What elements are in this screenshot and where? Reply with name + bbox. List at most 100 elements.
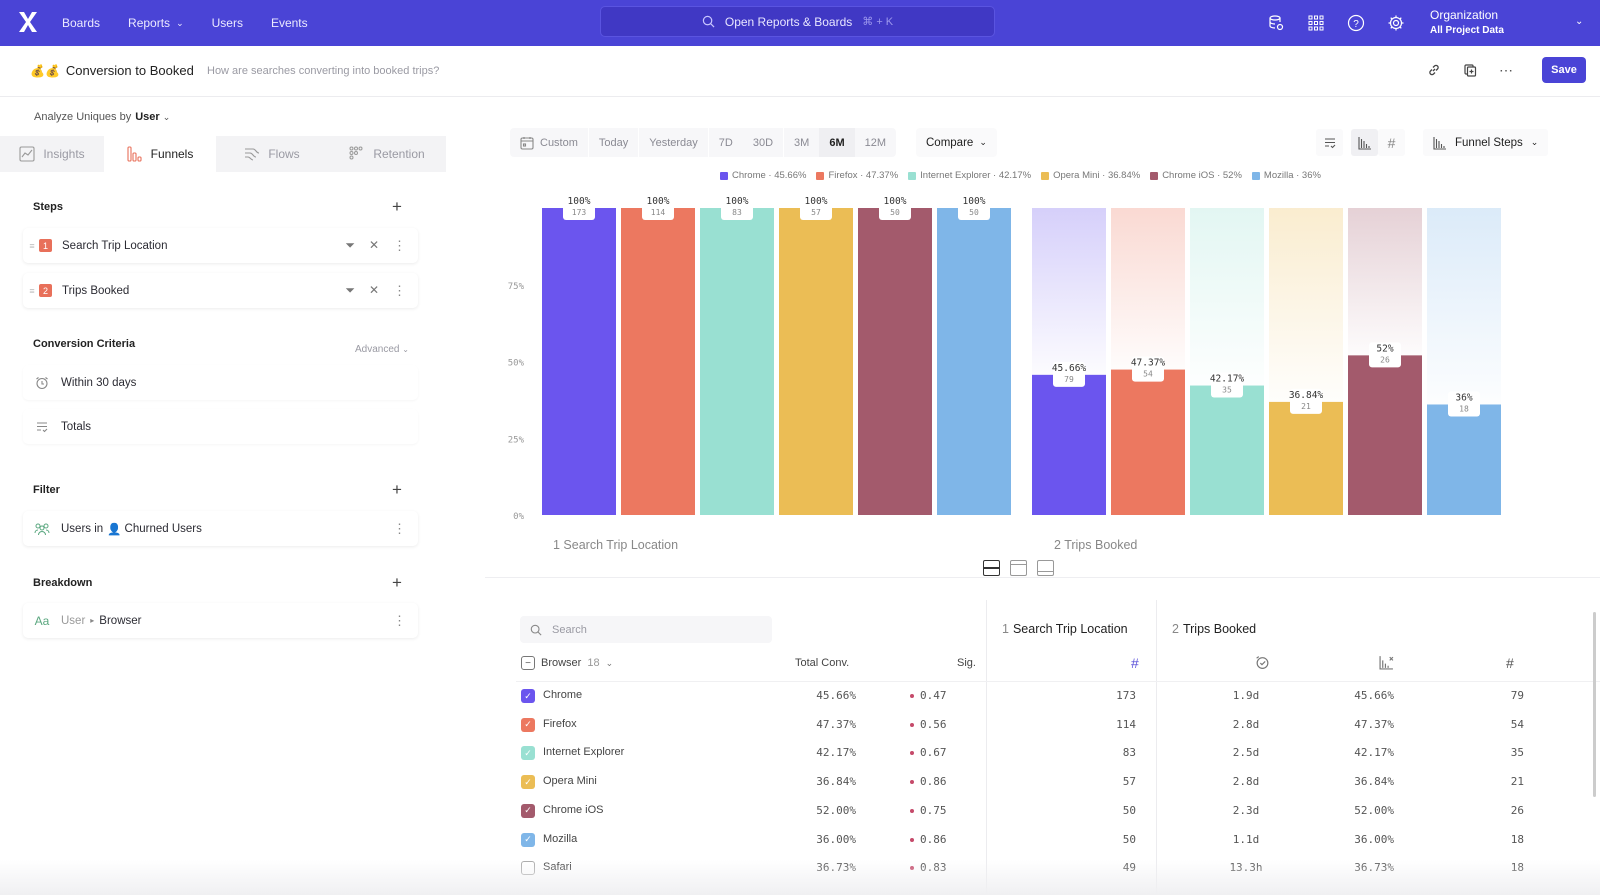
chart-type-dropdown[interactable]: Funnel Steps ⌄ [1423,129,1549,156]
add-breakdown-button[interactable]: + [392,573,402,593]
chevron-down-icon[interactable]: ⌄ [1575,16,1583,27]
settings-icon[interactable] [1385,12,1407,34]
add-step-button[interactable]: + [392,197,402,217]
funnel-bar[interactable] [621,208,695,515]
report-description[interactable]: How are searches converting into booked … [207,65,439,77]
date-range-option[interactable]: Yesterday [638,128,708,157]
date-range-option-selected[interactable]: 6M [819,128,855,157]
link-icon[interactable] [1425,61,1443,79]
advanced-dropdown[interactable]: Advanced ⌄ [355,344,409,355]
conversion-rate-icon[interactable] [1379,655,1394,673]
more-options-icon[interactable]: ⋯ [1497,61,1515,79]
table-scrollbar[interactable] [1593,612,1596,797]
dropoff-bar[interactable] [1269,208,1343,402]
drag-handle-icon[interactable]: ≡ [25,286,39,296]
dropoff-bar[interactable] [1427,208,1501,405]
filter-funnel-icon[interactable]: ⏷ [345,238,355,254]
row-checkbox[interactable]: ✓ [521,832,535,847]
count-icon[interactable]: # [1506,655,1514,671]
table-row[interactable]: ✓ Mozilla 36.00% 0.86 50 1.1d 36.00% 18 [516,826,1536,855]
database-settings-icon[interactable] [1265,12,1287,34]
table-only-layout-icon[interactable] [1037,560,1054,576]
funnel-bar[interactable] [779,208,853,515]
close-icon[interactable]: ✕ [369,283,379,299]
kebab-menu-icon[interactable]: ⋮ [393,283,406,299]
time-to-convert-icon[interactable] [1255,655,1270,673]
kebab-menu-icon[interactable]: ⋮ [393,521,406,537]
funnel-bar[interactable] [1032,374,1106,515]
date-range-option[interactable]: 7D [707,128,743,157]
conversion-window[interactable]: Within 30 days [23,365,418,400]
counting-method[interactable]: Totals [23,409,418,444]
save-button[interactable]: Save [1542,57,1586,83]
app-logo-icon[interactable] [16,10,40,34]
apps-grid-icon[interactable] [1305,12,1327,34]
org-switcher[interactable]: Organization All Project Data [1430,8,1504,38]
table-search-input[interactable]: Search [520,616,772,643]
list-check-icon[interactable] [1316,129,1343,156]
legend-item[interactable]: Internet Explorer · 42.17% [908,170,1031,181]
kebab-menu-icon[interactable]: ⋮ [393,613,406,629]
funnel-bar[interactable] [858,208,932,515]
funnel-bar[interactable] [1190,385,1264,515]
legend-item[interactable]: Opera Mini · 36.84% [1041,170,1140,181]
funnel-bar[interactable] [542,208,616,515]
legend-item[interactable]: Mozilla · 36% [1251,170,1321,181]
help-icon[interactable]: ? [1345,12,1367,34]
date-range-option[interactable]: 3M [783,128,819,157]
dropoff-bar[interactable] [1190,208,1264,386]
report-title[interactable]: Conversion to Booked [66,63,194,78]
funnel-bar[interactable] [1111,369,1185,515]
table-row[interactable]: ✓ Chrome 45.66% 0.47 173 1.9d 45.66% 79 [516,682,1536,711]
browser-column-header[interactable]: − Browser 18 ⌄ [521,656,613,670]
total-conv-header[interactable]: Total Conv. [795,657,849,669]
legend-item[interactable]: Chrome · 45.66% [720,170,806,181]
funnel-step[interactable]: ≡ 1 Search Trip Location ⏷ ✕ ⋮ [23,228,418,263]
count-icon[interactable]: # [1131,655,1139,671]
dropoff-bar[interactable] [1348,208,1422,356]
tab-insights[interactable]: Insights [0,136,104,172]
close-icon[interactable]: ✕ [369,238,379,254]
select-all-checkbox[interactable]: − [521,656,535,670]
row-checkbox[interactable]: ✓ [521,689,535,703]
nav-users[interactable]: Users [212,16,243,30]
funnel-bar[interactable] [1269,401,1343,515]
row-checkbox[interactable]: ✓ [521,746,535,761]
add-filter-button[interactable]: + [392,480,402,500]
tab-funnels[interactable]: Funnels [104,136,216,172]
legend-item[interactable]: Firefox · 47.37% [816,170,898,181]
row-checkbox[interactable]: ✓ [521,717,535,732]
duplicate-icon[interactable] [1461,61,1479,79]
row-checkbox[interactable]: ✓ [521,775,535,790]
drag-handle-icon[interactable]: ≡ [25,241,39,251]
funnel-bar[interactable] [700,208,774,515]
split-layout-icon[interactable] [983,560,1000,576]
table-row[interactable]: ✓ Chrome iOS 52.00% 0.75 50 2.3d 52.00% 26 [516,797,1536,826]
date-range-option[interactable]: Today [587,128,638,157]
legend-item[interactable]: Chrome iOS · 52% [1150,170,1242,181]
sig-header[interactable]: Sig. [957,657,976,669]
nav-reports[interactable]: Reports ⌄ [128,16,184,30]
funnel-bar[interactable] [937,208,1011,515]
bar-chart-view-icon[interactable] [1351,129,1378,156]
table-row[interactable]: ✓ Opera Mini 36.84% 0.86 57 2.8d 36.84% 21 [516,768,1536,797]
kebab-menu-icon[interactable]: ⋮ [393,238,406,254]
funnel-bar[interactable] [1427,404,1501,515]
nav-events[interactable]: Events [271,16,308,30]
chart-only-layout-icon[interactable] [1010,560,1027,576]
number-view-icon[interactable]: # [1378,129,1405,156]
table-row[interactable]: ✓ Firefox 47.37% 0.56 114 2.8d 47.37% 54 [516,711,1536,740]
tab-flows[interactable]: Flows [216,136,328,172]
compare-dropdown[interactable]: Compare ⌄ [916,128,997,157]
nav-boards[interactable]: Boards [62,16,100,30]
date-range-option[interactable]: 12M [855,128,896,157]
funnel-step[interactable]: ≡ 2 Trips Booked ⏷ ✕ ⋮ [23,273,418,308]
filter-funnel-icon[interactable]: ⏷ [345,283,355,299]
dropoff-bar[interactable] [1111,208,1185,370]
breakdown-item[interactable]: Aa User ▸ Browser ⋮ [23,603,418,638]
funnel-bar[interactable] [1348,355,1422,515]
table-row[interactable]: ✓ Internet Explorer 42.17% 0.67 83 2.5d 42.17%… [516,739,1536,768]
analyze-uniques-selector[interactable]: Analyze Uniques by User ⌄ [34,111,170,123]
filter-item[interactable]: Users in 👤 Churned Users ⋮ [23,511,418,546]
tab-retention[interactable]: Retention [328,136,446,172]
